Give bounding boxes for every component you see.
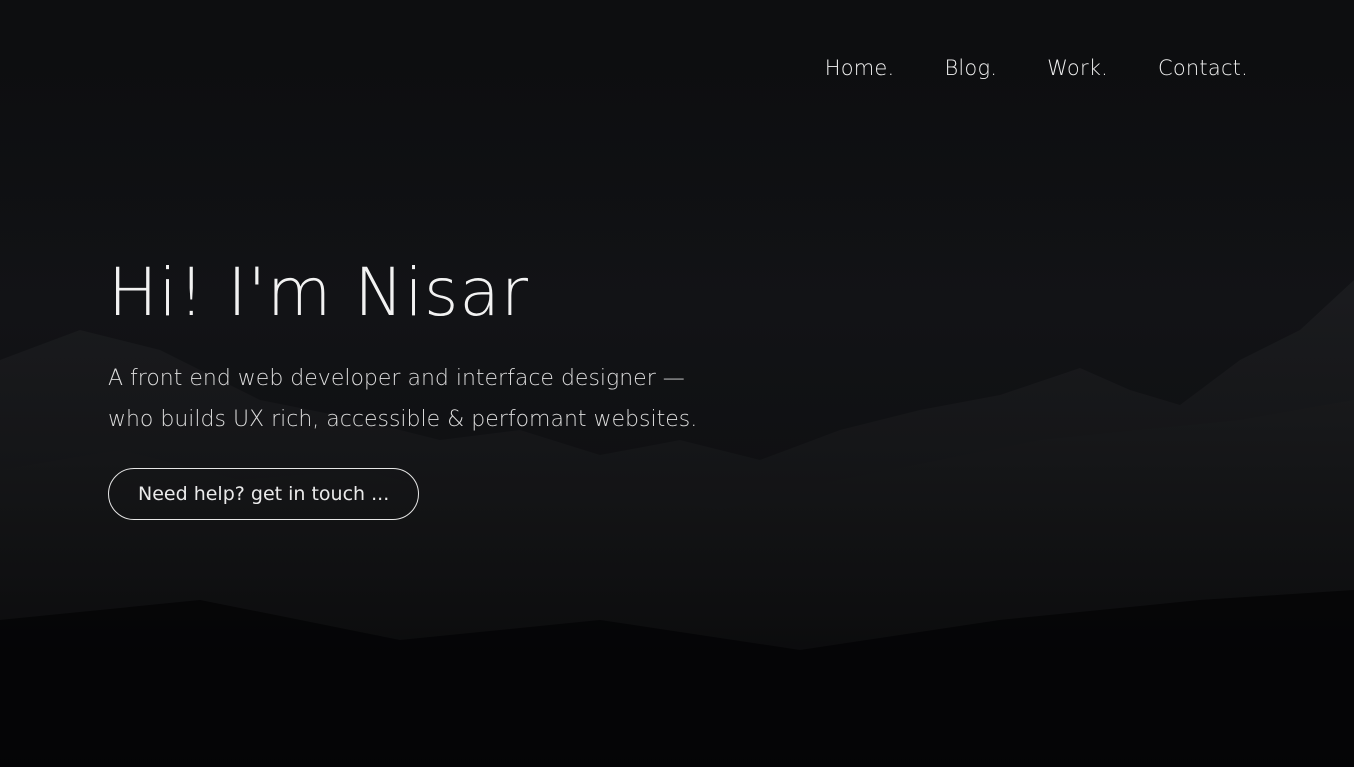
hero-title: Hi! I'm Nisar bbox=[108, 254, 529, 331]
nav-item-contact[interactable]: Contact. bbox=[1158, 52, 1248, 84]
hero-subtitle-line-2: who builds UX rich, accessible & perfoma… bbox=[108, 407, 698, 432]
nav-item-home[interactable]: Home. bbox=[825, 52, 895, 84]
hero-subtitle: A front end web developer and interface … bbox=[108, 358, 697, 440]
main-navigation: Home. Blog. Work. Contact. bbox=[825, 52, 1248, 84]
hero-subtitle-line-1: A front end web developer and interface … bbox=[108, 366, 685, 391]
hero-content: Hi! I'm Nisar A front end web developer … bbox=[108, 238, 697, 520]
nav-item-work[interactable]: Work. bbox=[1047, 52, 1108, 84]
nav-item-blog[interactable]: Blog. bbox=[944, 52, 997, 84]
get-in-touch-button[interactable]: Need help? get in touch ... bbox=[108, 468, 420, 520]
hero-section: Home. Blog. Work. Contact. Hi! I'm Nisar… bbox=[0, 0, 1354, 767]
